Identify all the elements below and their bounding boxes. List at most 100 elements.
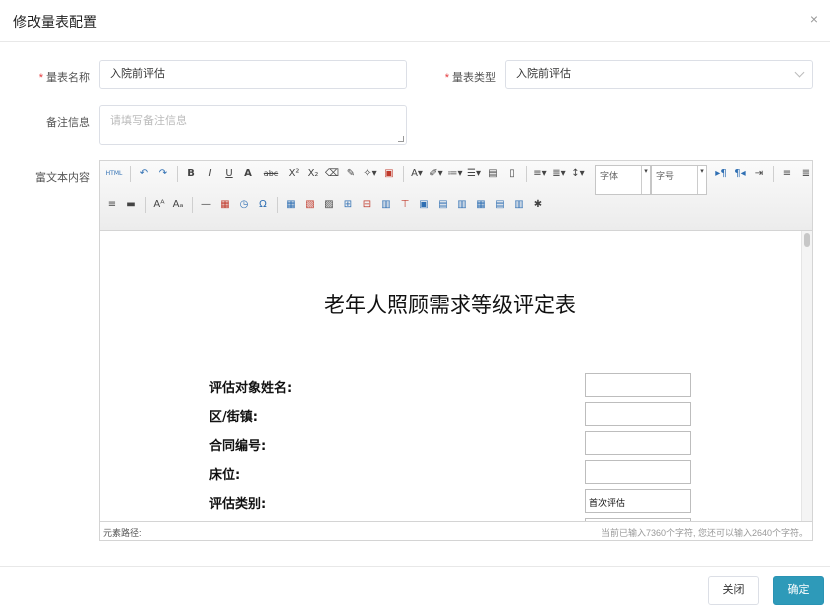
required-mark: * [444, 72, 449, 84]
date-icon[interactable]: ▦ [216, 196, 234, 214]
split-cols-icon[interactable]: ▥ [510, 196, 528, 214]
remark-textarea[interactable]: 请填写备注信息 [99, 105, 407, 145]
subscript-icon[interactable]: X₂ [304, 165, 322, 183]
align-left-icon[interactable]: ≡ [778, 165, 796, 183]
underline-icon[interactable]: U [220, 165, 238, 183]
auto-format-icon[interactable]: ✧▾ [361, 165, 379, 183]
remark-placeholder: 请填写备注信息 [110, 115, 187, 127]
delete-row-icon[interactable]: ⊟ [358, 196, 376, 214]
insert-table-icon[interactable]: ▦ [282, 196, 300, 214]
rtl-icon[interactable]: ¶◂ [731, 165, 749, 183]
clear-doc-icon[interactable]: ▯ [503, 165, 521, 183]
line-height-icon[interactable]: ↕▾ [569, 165, 587, 183]
field-label: 区/街镇: [209, 410, 258, 425]
merge-cells-icon[interactable]: ▣ [415, 196, 433, 214]
field-label: 合同编号: [209, 439, 267, 454]
html-source-icon[interactable]: HTML [103, 165, 125, 183]
type-select[interactable]: 入院前评估 [505, 60, 813, 89]
italic-icon[interactable]: I [201, 165, 219, 183]
toolbar-separator [773, 166, 774, 182]
merge-down-icon[interactable]: ▥ [453, 196, 471, 214]
indent-icon[interactable]: ⇥ [750, 165, 768, 183]
strikethrough-icon[interactable]: abc [258, 165, 284, 183]
toolbar-separator [192, 197, 193, 213]
resize-grip-icon[interactable] [398, 136, 404, 142]
field-label: 评估对象姓名: [209, 381, 293, 396]
print-icon[interactable]: ✱ [529, 196, 547, 214]
font-family-select[interactable]: 字体 ▾ [595, 165, 651, 195]
field-input[interactable] [585, 373, 691, 397]
remark-label: 备注信息 [46, 117, 90, 129]
delete-table-icon[interactable]: ▧ [301, 196, 319, 214]
delete-col-icon[interactable]: ⊤ [396, 196, 414, 214]
font-border-icon[interactable]: A [239, 165, 257, 183]
row-spacing-top-icon[interactable]: ≡▾ [531, 165, 549, 183]
horizontal-rule-icon[interactable]: — [197, 196, 215, 214]
unordered-list-icon[interactable]: ☰▾ [465, 165, 483, 183]
type-label: * 量表类型 [436, 69, 496, 85]
ordered-list-icon[interactable]: ≔▾ [446, 165, 464, 183]
insert-row-icon[interactable]: ⊞ [339, 196, 357, 214]
undo-icon[interactable]: ↶ [135, 165, 153, 183]
field-label: 床位: [209, 468, 241, 483]
dialog-title: 修改量表配置 [13, 14, 97, 30]
type-label-text: 量表类型 [452, 72, 496, 84]
select-all-icon[interactable]: ▤ [484, 165, 502, 183]
rich-text-editor: HTML ↶ ↷ B I U Aabc X² X₂ ⌫ ✎ ✧▾ ▣ A▾ ✐▾ ≔▾ ☰▾ ▤ ▯ ≡▾ ≣▾ ↕▾ 字… [99, 160, 813, 541]
toolbar-separator [403, 166, 404, 182]
word-count: 当前已输入7360个字符, 您还可以输入2640个字符。 [600, 528, 808, 538]
toolbar-separator [177, 166, 178, 182]
name-label-text: 量表名称 [46, 72, 90, 84]
merge-right-icon[interactable]: ▤ [434, 196, 452, 214]
close-button[interactable]: 关闭 [708, 576, 759, 605]
eraser-icon[interactable]: ⌫ [323, 165, 341, 183]
align-justify-icon[interactable]: ▬ [122, 196, 140, 214]
font-size-label: 字号 [656, 171, 675, 181]
document-title: 老年人照顾需求等级评定表 [324, 293, 576, 317]
element-path-label: 元素路径: [103, 528, 142, 538]
time-icon[interactable]: ◷ [235, 196, 253, 214]
field-input[interactable] [585, 431, 691, 455]
row-spacing-bottom-icon[interactable]: ≣▾ [550, 165, 568, 183]
editor-scrollbar[interactable] [801, 231, 812, 521]
scroll-thumb[interactable] [804, 233, 810, 247]
field-input[interactable] [585, 460, 691, 484]
format-brush-icon[interactable]: ✎ [342, 165, 360, 183]
special-char-icon[interactable]: Ω [254, 196, 272, 214]
dialog-header: 修改量表配置 × [0, 0, 830, 42]
lowercase-icon[interactable]: Aₐ [169, 196, 187, 214]
highlight-color-icon[interactable]: ✐▾ [427, 165, 445, 183]
align-center-icon[interactable]: ≣ [797, 165, 815, 183]
toolbar-separator [145, 197, 146, 213]
uppercase-icon[interactable]: Aᴬ [150, 196, 168, 214]
align-right-icon[interactable]: ≡ [103, 196, 121, 214]
chevron-down-icon: ▾ [641, 166, 650, 194]
toolbar-separator [130, 166, 131, 182]
split-rows-icon[interactable]: ▤ [491, 196, 509, 214]
editor-content[interactable]: 老年人照顾需求等级评定表 评估对象姓名: 区/街镇: 合同编号: 床位: 评估类… [100, 231, 812, 521]
config-dialog: 修改量表配置 × * 量表名称 入院前评估 * 量表类型 入院前评估 备注信息 请填… [0, 0, 830, 616]
dialog-footer: 关闭 确定 [0, 566, 830, 616]
toolbar-separator [526, 166, 527, 182]
split-cells-icon[interactable]: ▦ [472, 196, 490, 214]
redo-icon[interactable]: ↷ [154, 165, 172, 183]
ltr-icon[interactable]: ▸¶ [712, 165, 730, 183]
bold-icon[interactable]: B [182, 165, 200, 183]
superscript-icon[interactable]: X² [285, 165, 303, 183]
name-input[interactable]: 入院前评估 [99, 60, 407, 89]
font-size-select[interactable]: 字号 ▾ [651, 165, 707, 195]
field-input[interactable] [585, 402, 691, 426]
chevron-down-icon: ▾ [697, 166, 706, 194]
close-icon[interactable]: × [806, 11, 822, 27]
font-color-icon[interactable]: A▾ [408, 165, 426, 183]
name-label: * 量表名称 [30, 69, 90, 85]
insert-col-icon[interactable]: ▥ [377, 196, 395, 214]
field-input[interactable]: 首次评估 [585, 489, 691, 513]
insert-paragraph-before-table-icon[interactable]: ▨ [320, 196, 338, 214]
paste-plain-icon[interactable]: ▣ [380, 165, 398, 183]
chevron-down-icon [794, 67, 805, 78]
required-mark: * [38, 72, 43, 84]
toolbar-row-2: ≡ ▬ Aᴬ Aₐ — ▦ ◷ Ω ▦ ▧ ▨ ⊞ ⊟ ▥ ⊤ ▣ ▤ ▥ ▦ ▤ ▥ ✱ [103, 194, 548, 216]
toolbar-row-1-tail: ▸¶ ¶◂ ⇥ ≡ ≣ [712, 163, 816, 185]
confirm-button[interactable]: 确定 [773, 576, 824, 605]
